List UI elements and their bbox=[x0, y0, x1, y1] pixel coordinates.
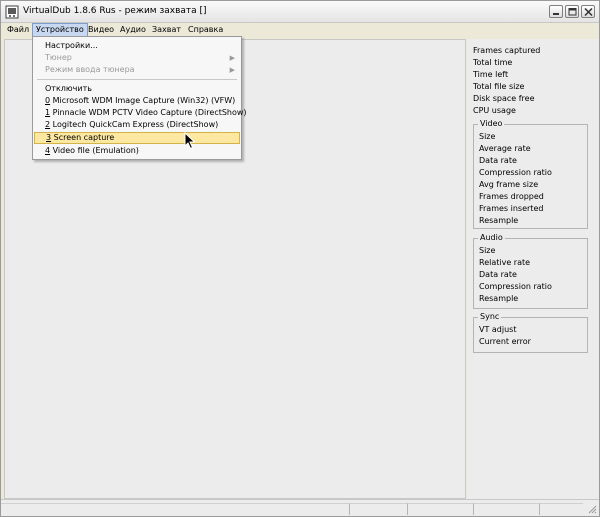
capture-stats-panel: Frames captured Total time Time left Tot… bbox=[467, 39, 599, 499]
menu-file[interactable]: Файл bbox=[4, 23, 32, 37]
status-cell-1 bbox=[349, 503, 407, 515]
device-2-label: Logitech QuickCam Express (DirectShow) bbox=[50, 120, 219, 129]
audio-relative-rate: Relative rate bbox=[479, 258, 531, 267]
title-bar[interactable]: VirtualDub 1.8.6 Rus - режим захвата [] bbox=[1, 1, 599, 23]
resize-grip-icon[interactable] bbox=[587, 504, 597, 514]
audio-size: Size bbox=[479, 246, 496, 255]
menu-item-tuner-input-mode: Режим ввода тюнера ▶ bbox=[34, 64, 240, 76]
minimize-icon bbox=[553, 13, 559, 15]
stat-total-file-size: Total file size bbox=[473, 82, 525, 91]
menu-item-tuner-input-mode-label: Режим ввода тюнера bbox=[45, 65, 135, 74]
menu-help[interactable]: Справка bbox=[185, 23, 226, 37]
video-group-title: Video bbox=[478, 119, 505, 129]
video-compression-ratio: Compression ratio bbox=[479, 168, 552, 177]
close-icon bbox=[584, 8, 593, 16]
sync-group-title: Sync bbox=[478, 312, 502, 322]
audio-group-title: Audio bbox=[478, 233, 505, 243]
video-size: Size bbox=[479, 132, 496, 141]
stat-total-time: Total time bbox=[473, 58, 513, 67]
video-average-rate: Average rate bbox=[479, 144, 531, 153]
menu-audio[interactable]: Аудио bbox=[117, 23, 149, 37]
status-cell-4 bbox=[539, 503, 583, 515]
mouse-cursor-icon bbox=[184, 132, 196, 150]
status-cell-2 bbox=[407, 503, 473, 515]
menu-item-device-3[interactable]: 3 Screen capture bbox=[34, 132, 240, 144]
menu-item-device-4[interactable]: 4 Video file (Emulation) bbox=[34, 145, 240, 157]
status-cell-3 bbox=[473, 503, 539, 515]
device-dropdown-menu: Настройки... Тюнер ▶ Режим ввода тюнера ▶ … bbox=[32, 36, 247, 160]
menu-item-tuner: Тюнер ▶ bbox=[34, 52, 240, 64]
video-avg-frame-size: Avg frame size bbox=[479, 180, 539, 189]
menu-video[interactable]: Видео bbox=[85, 23, 117, 37]
minimize-button[interactable] bbox=[549, 5, 563, 18]
menu-item-tuner-label: Тюнер bbox=[45, 53, 72, 62]
sync-stats-group: Sync VT adjust Current error bbox=[473, 312, 588, 353]
menu-item-settings-label: Настройки... bbox=[45, 41, 98, 50]
video-resample: Resample bbox=[479, 216, 519, 225]
stat-frames-captured: Frames captured bbox=[473, 46, 541, 55]
virtualdub-icon bbox=[5, 5, 19, 19]
video-stats-group: Video Size Average rate Data rate Compre… bbox=[473, 119, 588, 229]
menu-separator bbox=[37, 79, 237, 80]
menu-item-device-2[interactable]: 2 Logitech QuickCam Express (DirectShow) bbox=[34, 119, 240, 131]
stat-time-left: Time left bbox=[473, 70, 509, 79]
menu-item-device-1[interactable]: 1 Pinnacle WDM PCTV Video Capture (Direc… bbox=[34, 107, 247, 119]
submenu-arrow-icon: ▶ bbox=[229, 54, 235, 62]
maximize-button[interactable] bbox=[565, 5, 579, 18]
status-cell-main bbox=[1, 503, 349, 515]
menu-item-settings[interactable]: Настройки... bbox=[34, 40, 240, 52]
stat-cpu-usage: CPU usage bbox=[473, 106, 516, 115]
window-title: VirtualDub 1.8.6 Rus - режим захвата [] bbox=[23, 6, 207, 16]
audio-data-rate: Data rate bbox=[479, 270, 517, 279]
menu-item-device-0[interactable]: 0 Microsoft WDM Image Capture (Win32) (V… bbox=[34, 95, 240, 107]
menu-device[interactable]: Устройство bbox=[32, 23, 88, 37]
video-frames-dropped: Frames dropped bbox=[479, 192, 544, 201]
stat-disk-space-free: Disk space free bbox=[473, 94, 535, 103]
close-button[interactable] bbox=[581, 5, 595, 18]
video-data-rate: Data rate bbox=[479, 156, 517, 165]
device-4-label: Video file (Emulation) bbox=[50, 146, 139, 155]
audio-stats-group: Audio Size Relative rate Data rate Compr… bbox=[473, 233, 588, 309]
status-bar bbox=[1, 499, 599, 516]
submenu-arrow-icon: ▶ bbox=[229, 66, 235, 74]
maximize-icon bbox=[568, 8, 577, 16]
menu-capture[interactable]: Захват bbox=[149, 23, 184, 37]
sync-current-error: Current error bbox=[479, 337, 531, 346]
device-1-label: Pinnacle WDM PCTV Video Capture (DirectS… bbox=[50, 108, 247, 117]
device-3-label: Screen capture bbox=[51, 133, 115, 142]
sync-vt-adjust: VT adjust bbox=[479, 325, 517, 334]
menu-item-disconnect[interactable]: Отключить bbox=[34, 83, 240, 95]
device-0-label: Microsoft WDM Image Capture (Win32) (VFW… bbox=[50, 96, 236, 105]
menu-item-disconnect-label: Отключить bbox=[45, 84, 92, 93]
video-frames-inserted: Frames inserted bbox=[479, 204, 544, 213]
audio-compression-ratio: Compression ratio bbox=[479, 282, 552, 291]
audio-resample: Resample bbox=[479, 294, 519, 303]
